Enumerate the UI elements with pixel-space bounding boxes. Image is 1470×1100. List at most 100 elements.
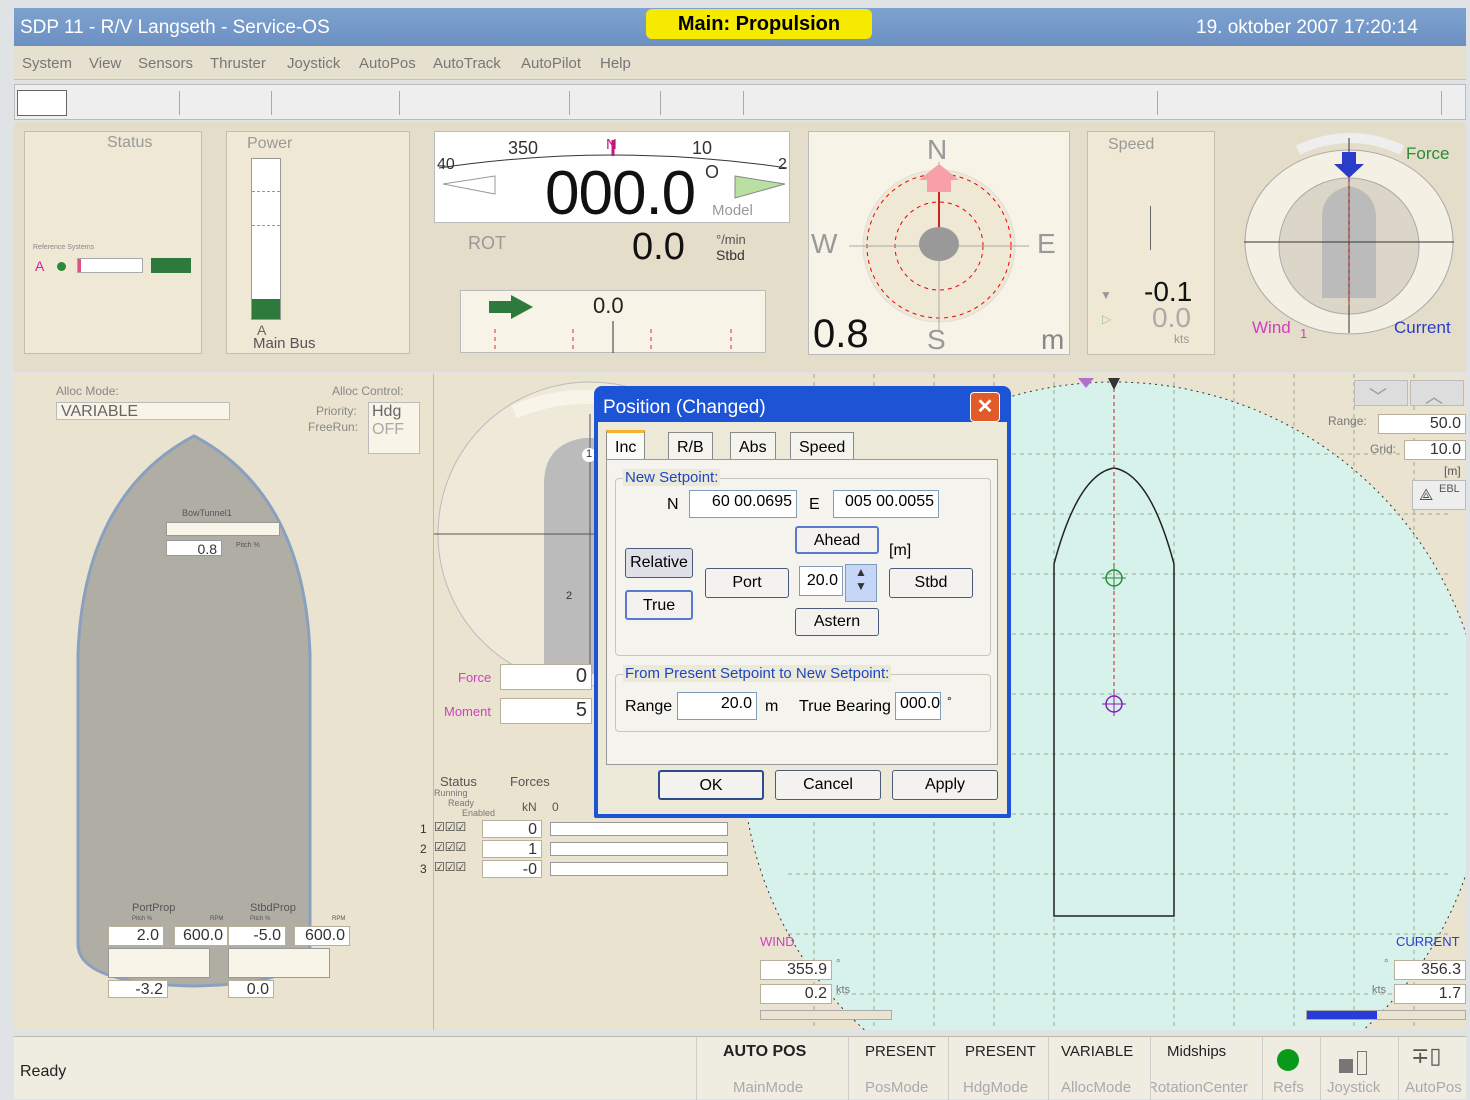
menu-sensors[interactable]: Sensors	[138, 55, 193, 72]
bowtunnel-label: BowTunnel1	[182, 508, 232, 518]
north-input[interactable]: 60 00.0695	[689, 490, 797, 518]
thruster-number: 2	[420, 842, 427, 856]
ref-system-id: A	[35, 258, 45, 274]
range-input[interactable]: 20.0	[677, 692, 757, 720]
close-icon: ✕	[976, 396, 994, 418]
stbd-button[interactable]: Stbd	[889, 568, 973, 598]
mainmode-cell[interactable]: AUTO POS MainMode	[696, 1037, 848, 1100]
cancel-button[interactable]: Cancel	[775, 770, 881, 800]
menu-autopilot[interactable]: AutoPilot	[521, 55, 581, 72]
thruster-status-checks[interactable]: ☑☑☑	[434, 860, 466, 874]
rot-unit: °/min	[716, 232, 746, 247]
status-title: Status	[107, 134, 153, 151]
portprop-gauge	[108, 948, 210, 978]
allocation-panel: Alloc Mode: VARIABLE Alloc Control: Prio…	[14, 374, 434, 1030]
step-spinner[interactable]: ▲ ▼	[845, 564, 877, 602]
grid-unit: [m]	[1444, 464, 1461, 478]
rot-direction: Stbd	[716, 247, 745, 263]
wind-dir-unit: °	[836, 958, 841, 970]
joystick-icon	[1339, 1045, 1375, 1075]
ebl-label: EBL	[1439, 483, 1460, 495]
zoom-in-button[interactable]: ﹀	[1354, 380, 1408, 407]
spinner-up-icon[interactable]: ▲	[846, 565, 876, 579]
compass-e: E	[1037, 228, 1056, 259]
status-panel: Status Reference Systems A	[24, 131, 202, 354]
menu-joystick[interactable]: Joystick	[287, 55, 340, 72]
zoom-out-button[interactable]: ︿	[1410, 380, 1464, 407]
moment-value-label: Moment	[444, 704, 491, 719]
grid-value[interactable]: 10.0	[1404, 440, 1466, 460]
joystick-cell[interactable]: Joystick	[1320, 1037, 1398, 1100]
relative-button[interactable]: Relative	[625, 548, 693, 578]
menu-view[interactable]: View	[89, 55, 121, 72]
menu-thruster[interactable]: Thruster	[210, 55, 266, 72]
power-title: Power	[247, 135, 293, 152]
forces-header: Forces	[510, 774, 550, 789]
refs-cell[interactable]: Refs	[1262, 1037, 1320, 1100]
astern-button[interactable]: Astern	[795, 608, 879, 636]
rotation-center-cell[interactable]: Midships RotationCenter	[1150, 1037, 1262, 1100]
menu-autopos[interactable]: AutoPos	[359, 55, 416, 72]
menu-autotrack[interactable]: AutoTrack	[433, 55, 501, 72]
ahead-button[interactable]: Ahead	[795, 526, 879, 554]
spinner-down-icon[interactable]: ▼	[846, 579, 876, 593]
toolbar-selector[interactable]	[17, 90, 67, 116]
autopos-label: AutoPos	[1405, 1079, 1462, 1096]
east-input[interactable]: 005 00.0055	[833, 490, 939, 518]
wind-number: 1	[1300, 326, 1308, 341]
force-label: Force	[1406, 144, 1450, 163]
stbdprop-pitch: -5.0	[228, 926, 286, 946]
thruster-status-checks[interactable]: ☑☑☑	[434, 820, 466, 834]
heading-tick-north: N	[606, 136, 617, 153]
thruster-number: 3	[420, 862, 427, 876]
ref-status-bar	[151, 258, 191, 273]
reference-systems-label: Reference Systems	[33, 244, 95, 251]
true-bearing-input[interactable]: 000.0	[895, 692, 941, 720]
refs-label: Refs	[1273, 1079, 1304, 1096]
bus-label: Main Bus	[253, 335, 316, 352]
tab-abs[interactable]: Abs	[730, 432, 776, 460]
ebl-button[interactable]: EBL ⟁	[1412, 480, 1466, 510]
rotation-center-label: RotationCenter	[1150, 1079, 1248, 1096]
speed-transverse: 0.0	[1152, 302, 1191, 333]
thruster-marker-2: 2	[566, 590, 573, 602]
menu-help[interactable]: Help	[600, 55, 631, 72]
title-bar: SDP 11 - R/V Langseth - Service-OS Main:…	[14, 8, 1466, 46]
forces-axis-zero: 0	[552, 800, 559, 814]
step-input[interactable]: 20.0	[799, 566, 843, 596]
close-button[interactable]: ✕	[970, 392, 1000, 422]
compass-s: S	[927, 324, 946, 355]
tab-speed[interactable]: Speed	[790, 432, 855, 460]
speed-unit: kts	[1174, 332, 1190, 346]
tab-inc[interactable]: Inc	[606, 430, 646, 460]
allocmode-cell[interactable]: VARIABLE AllocMode	[1048, 1037, 1150, 1100]
force-panel: Force Wind 1 Current	[1236, 128, 1464, 360]
current-label: Current	[1394, 318, 1451, 337]
apply-button[interactable]: Apply	[892, 770, 998, 800]
range-value[interactable]: 50.0	[1378, 414, 1466, 434]
posmode-cell[interactable]: PRESENT PosMode	[848, 1037, 948, 1100]
tab-rb[interactable]: R/B	[668, 432, 713, 460]
rot-label: ROT	[468, 233, 506, 253]
hdgmode-cell[interactable]: PRESENT HdgMode	[948, 1037, 1048, 1100]
current-speed-unit: kts	[1372, 984, 1387, 996]
wind-label: Wind	[1252, 318, 1291, 337]
hdgmode-value: PRESENT	[965, 1043, 1036, 1060]
portprop-angle: -3.2	[108, 980, 168, 998]
speed-title: Speed	[1108, 136, 1155, 153]
true-button[interactable]: True	[625, 590, 693, 620]
ok-button[interactable]: OK	[658, 770, 764, 800]
menu-system[interactable]: System	[22, 55, 72, 72]
main-mode-badge: Main: Propulsion	[646, 9, 872, 39]
portprop-pitch: 2.0	[108, 926, 164, 946]
port-button[interactable]: Port	[705, 568, 789, 598]
bowtunnel-value: 0.8	[166, 540, 222, 557]
heading-value: 000.0	[545, 159, 696, 228]
thruster-status-checks[interactable]: ☑☑☑	[434, 840, 466, 854]
portprop-rpm: 600.0	[174, 926, 228, 946]
grid-label: Grid:	[1370, 442, 1397, 456]
speed-arrow-down-icon: ▼	[1100, 288, 1112, 302]
autopos-cell[interactable]: ∓▯ AutoPos	[1398, 1037, 1466, 1100]
range-label: Range:	[1328, 414, 1367, 428]
refs-status-icon	[1277, 1049, 1299, 1071]
